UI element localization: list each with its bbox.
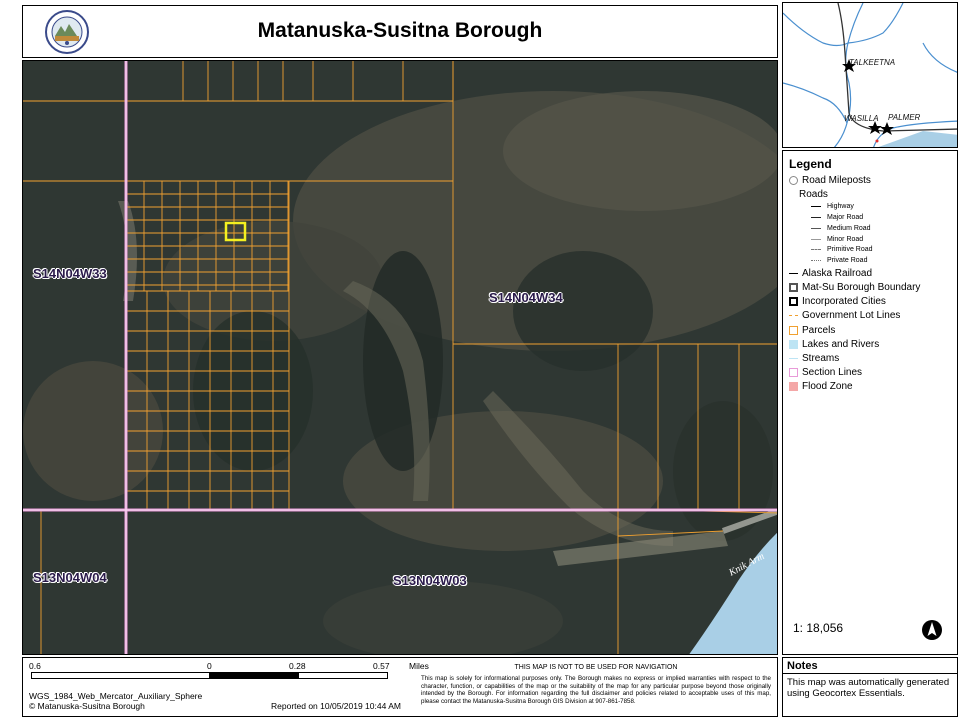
section-label-s14n04w33: S14N04W33: [33, 266, 107, 281]
legend-road-primitive: Primitive Road: [789, 245, 951, 256]
disclaimer-text: This map is solely for informational pur…: [421, 675, 771, 705]
legend-panel: Legend Road Mileposts Roads Highway Majo…: [782, 150, 958, 655]
legend-road-medium: Medium Road: [789, 223, 951, 234]
scale-tick-mid: 0.28: [289, 661, 306, 671]
scale-tick-zero: 0: [207, 661, 212, 671]
legend-road-private: Private Road: [789, 255, 951, 266]
legend-road-minor: Minor Road: [789, 234, 951, 245]
notes-text: This map was automatically generated usi…: [787, 677, 950, 699]
map-canvas[interactable]: Knik Arm: [23, 61, 778, 655]
milepost-icon: [789, 175, 798, 185]
disclaimer-title: THIS MAP IS NOT TO BE USED FOR NAVIGATIO…: [514, 664, 678, 671]
page-title: Matanuska-Susitna Borough: [257, 19, 543, 42]
legend-borough-boundary: Mat-Su Borough Boundary: [789, 280, 951, 294]
scale-bar: [31, 672, 388, 679]
notes-title: Notes: [783, 660, 957, 674]
legend-government-lot-lines: Government Lot Lines: [789, 309, 951, 323]
legend-streams: Streams: [789, 351, 951, 365]
report-date-text: Reported on 10/05/2019 10:44 AM: [271, 701, 401, 711]
scale-tick-left: 0.6: [29, 661, 41, 671]
legend-flood-zone: Flood Zone: [789, 380, 951, 394]
copyright-text: © Matanuska-Susitna Borough: [29, 701, 145, 711]
legend-alaska-railroad: Alaska Railroad: [789, 266, 951, 280]
scale-tick-right: 0.57: [373, 661, 390, 671]
notes-panel: Notes This map was automatically generat…: [782, 657, 958, 717]
overview-inset-map[interactable]: TALKEETNA WASILLA PALMER: [782, 2, 958, 148]
map-scale-ratio: 1: 18,056: [793, 621, 844, 635]
inset-label-palmer: PALMER: [888, 113, 921, 122]
north-arrow-icon: [922, 620, 942, 640]
legend-parcels: Parcels: [789, 323, 951, 337]
map-header: Matanuska-Susitna Borough: [22, 5, 778, 58]
legend-title: Legend: [789, 157, 832, 171]
legend-lakes-rivers: Lakes and Rivers: [789, 337, 951, 351]
aerial-map-view[interactable]: Knik Arm S14N04W33 S14N04W34 S13N04W04 S…: [22, 60, 778, 655]
section-label-s14n04w34: S14N04W34: [489, 290, 563, 305]
legend-section-lines: Section Lines: [789, 365, 951, 379]
legend-incorporated-cities: Incorporated Cities: [789, 295, 951, 309]
legend-road-highway: Highway: [789, 201, 951, 212]
section-label-s13n04w04: S13N04W04: [33, 570, 107, 585]
projection-text: WGS_1984_Web_Mercator_Auxiliary_Sphere: [29, 691, 203, 701]
section-label-s13n04w03: S13N04W03: [393, 573, 467, 588]
legend-road-major: Major Road: [789, 212, 951, 223]
scale-and-disclaimer-panel: 0.6 0 0.28 0.57 Miles WGS_1984_Web_Merca…: [22, 657, 778, 717]
inset-label-wasilla: WASILLA: [844, 114, 879, 123]
legend-roads-heading: Roads: [799, 188, 828, 200]
legend-road-mileposts: Road Mileposts: [789, 173, 951, 187]
inset-label-talkeetna: TALKEETNA: [849, 58, 895, 67]
